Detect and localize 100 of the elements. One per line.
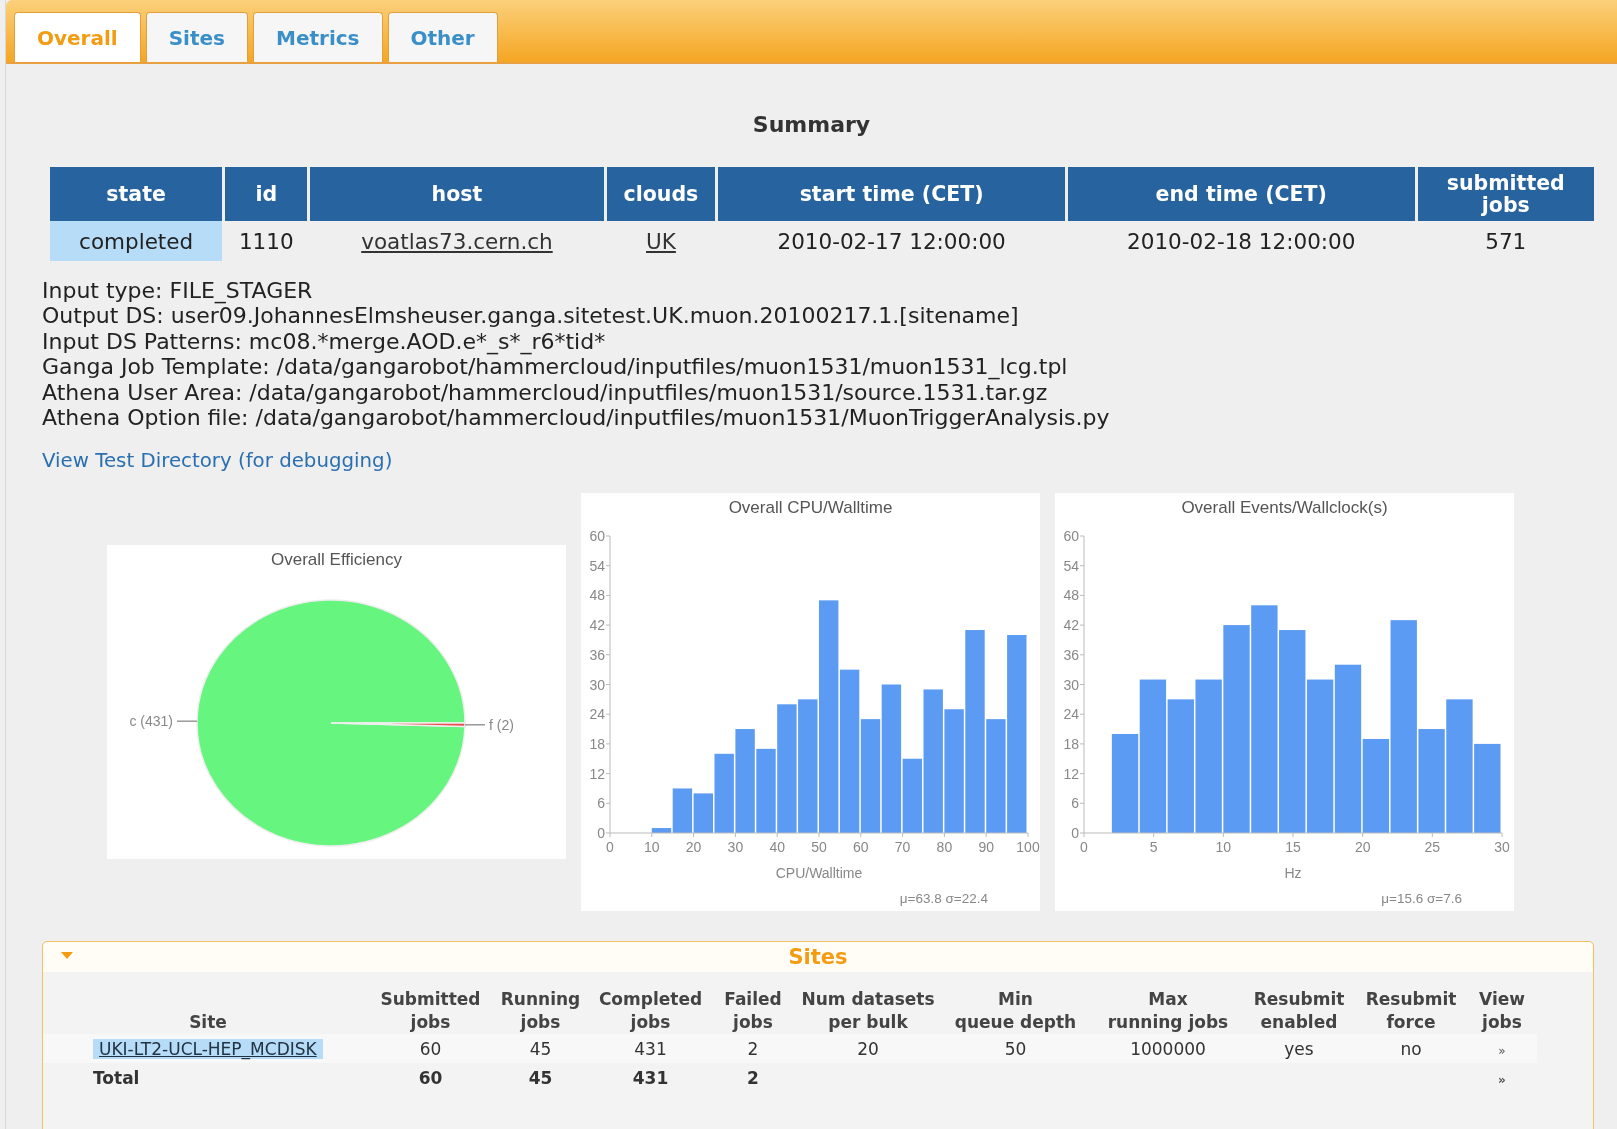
column-header: Min queue depth <box>938 988 1093 1035</box>
leader-line <box>464 724 486 726</box>
tick-label: 80 <box>936 839 953 856</box>
detail-line: Athena User Area: /data/gangarobot/hammercloud/inputfiles/muon1531/source.1531.tar.gz <box>42 379 1048 406</box>
tick-label: 0 <box>1080 839 1088 856</box>
view-jobs-link[interactable]: » <box>1498 1072 1506 1087</box>
tick-label: 20 <box>685 839 702 856</box>
column-header: state <box>50 167 223 221</box>
table-cell: 431 <box>593 1034 708 1064</box>
tick-label: 54 <box>1063 558 1079 575</box>
column-header: View jobs <box>1467 988 1537 1035</box>
tick-label: 40 <box>769 839 785 856</box>
table-cell: 2 <box>708 1063 798 1093</box>
tick-label: 30 <box>1063 676 1079 693</box>
chart-title: Overall Events/Wallclock(s) <box>1181 498 1388 518</box>
state-cell: completed <box>50 221 223 261</box>
column-header: start time (CET) <box>718 167 1065 221</box>
tick-label: 10 <box>1215 839 1232 856</box>
tick-label: 18 <box>1063 736 1079 753</box>
column-header: Resubmit enabled <box>1243 988 1355 1035</box>
tick-label: 36 <box>1063 647 1079 664</box>
table-cell: 60 <box>373 1034 488 1064</box>
table-cell: 50 <box>938 1034 1093 1064</box>
tick-label: 30 <box>589 676 605 693</box>
tick-label: 5 <box>1149 839 1158 856</box>
tick-label: 18 <box>589 736 605 753</box>
tick-label: 70 <box>894 839 911 856</box>
tick-label: 100 <box>1016 839 1040 856</box>
tick-label: 60 <box>853 839 869 856</box>
tick-label: 12 <box>589 766 605 783</box>
column-header: Max running jobs <box>1093 988 1243 1035</box>
tick-label: 48 <box>589 587 605 604</box>
axis-label: Hz <box>1284 865 1302 882</box>
table-cell: 2 <box>708 1034 798 1064</box>
table-cell: 431 <box>593 1063 708 1093</box>
detail-line: Input type: FILE_STAGER <box>42 278 314 304</box>
debug-link[interactable]: View Test Directory (for debugging) <box>42 449 393 473</box>
stats-annotation: μ=15.6 σ=7.6 <box>1381 891 1462 907</box>
column-header: host <box>310 167 604 221</box>
tick-label: 0 <box>606 839 614 856</box>
column-header: Resubmit force <box>1355 988 1467 1035</box>
chart-title: Overall CPU/Walltime <box>728 498 893 518</box>
tick-label: 0 <box>597 825 605 842</box>
tick-label: 30 <box>1494 839 1510 856</box>
table-cell: 45 <box>488 1063 593 1093</box>
tab[interactable]: Metrics <box>253 12 383 62</box>
table-cell: no <box>1355 1034 1467 1064</box>
column-header: Completed jobs <box>593 988 708 1035</box>
tick-label: 42 <box>589 617 605 634</box>
table-cell-text: 571 <box>1484 227 1528 256</box>
column-header: Submitted jobs <box>373 988 488 1035</box>
tick-label: 36 <box>589 647 605 664</box>
detail-line: Input DS Patterns: mc08.*merge.AOD.e*_s*_r6*tid* <box>42 328 607 355</box>
panel-title: Sites <box>788 945 848 970</box>
table-cell-text: 1110 <box>237 227 295 256</box>
stats-annotation: μ=63.8 σ=22.4 <box>899 891 988 907</box>
tab[interactable]: Other <box>387 12 498 62</box>
total-label: Total <box>93 1067 140 1088</box>
tick-label: 6 <box>597 795 605 812</box>
slice-label: c (431) <box>129 713 173 730</box>
tick-label: 24 <box>1063 706 1079 723</box>
table-cell: yes <box>1243 1034 1355 1064</box>
detail-line: Output DS: user09.JohannesElmsheuser.ganga.sitetest.UK.muon.20100217.1.[sitename] <box>42 303 1020 329</box>
table-cell: 60 <box>373 1063 488 1093</box>
table-cell: 20 <box>798 1034 938 1064</box>
column-header: clouds <box>606 167 716 221</box>
host-link[interactable]: voatlas73.cern.ch <box>361 228 553 254</box>
leader-line <box>176 720 198 723</box>
detail-line: Athena Option file: /data/gangarobot/hammercloud/inputfiles/muon1531/MuonTriggerAnalysis.py <box>42 405 1111 431</box>
cloud-link[interactable]: UK <box>646 228 676 254</box>
site-link[interactable]: UKI-LT2-UCL-HEP_MCDISK <box>93 1038 323 1059</box>
section-title: Summary <box>751 112 872 137</box>
column-header: Failed jobs <box>708 988 798 1035</box>
chart-title: Overall Efficiency <box>271 550 402 570</box>
tick-label: 60 <box>589 528 605 545</box>
column-header: Running jobs <box>488 988 593 1035</box>
tick-label: 50 <box>811 839 827 856</box>
tick-label: 42 <box>1063 617 1079 634</box>
tick-label: 25 <box>1424 839 1441 856</box>
tick-label: 15 <box>1285 839 1301 856</box>
tick-label: 90 <box>978 839 994 856</box>
table-cell: 45 <box>488 1034 593 1064</box>
tick-label: 48 <box>1063 587 1079 604</box>
axis-label: CPU/Walltime <box>775 865 863 882</box>
tick-label: 12 <box>1063 766 1079 783</box>
tick-label: 6 <box>1071 795 1079 812</box>
tick-label: 24 <box>589 706 605 723</box>
tick-label: 0 <box>1071 825 1079 842</box>
tab[interactable]: Sites <box>145 12 248 62</box>
table-cell-text: 2010-02-18 12:00:00 <box>1126 227 1357 256</box>
column-header: Num datasets per bulk <box>798 988 938 1035</box>
table-cell: 1000000 <box>1093 1034 1243 1064</box>
tick-label: 10 <box>644 839 660 856</box>
view-jobs-link[interactable]: » <box>1498 1043 1506 1058</box>
caret-icon[interactable] <box>61 952 73 961</box>
column-header: id <box>225 167 308 221</box>
tick-label: 60 <box>1063 528 1079 545</box>
column-header: submitted jobs <box>1417 167 1594 221</box>
slice-label: f (2) <box>489 717 514 734</box>
detail-line: Ganga Job Template: /data/gangarobot/hammercloud/inputfiles/muon1531/muon1531_lcg.tpl <box>42 354 1069 380</box>
